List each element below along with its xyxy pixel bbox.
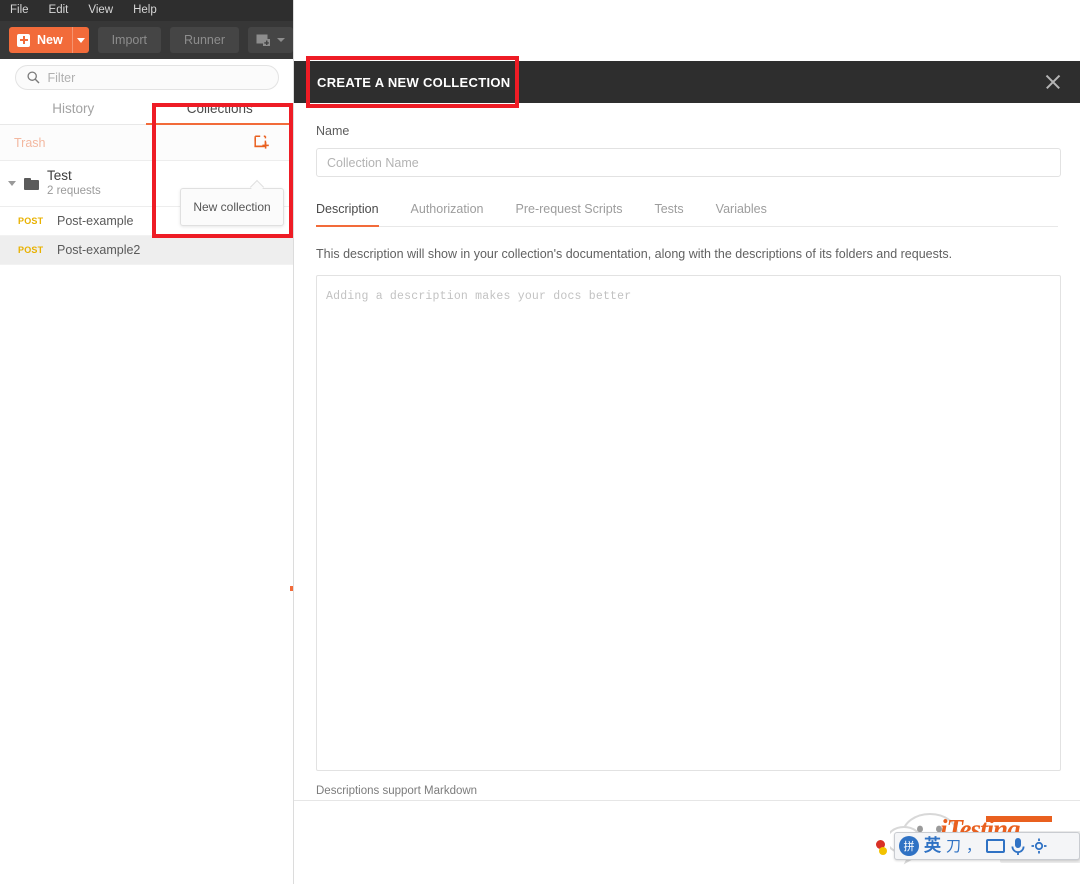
trash-row[interactable]: Trash <box>0 125 293 161</box>
new-button[interactable]: New <box>9 27 72 53</box>
collection-text-group: Test 2 requests <box>47 168 101 199</box>
request-name: Post-example <box>57 214 134 228</box>
ime-toolbar[interactable]: 拼 英 刀 ， <box>894 832 1080 860</box>
request-method-badge: POST <box>18 245 44 255</box>
sidebar-tab-collections[interactable]: Collections <box>147 92 294 125</box>
app-left-column: File Edit View Help New Import Runner Fi… <box>0 0 293 884</box>
collection-request-count: 2 requests <box>47 185 101 197</box>
folder-icon <box>24 177 39 190</box>
microphone-icon[interactable] <box>1010 837 1026 856</box>
ime-language-button[interactable]: 英 <box>924 836 941 856</box>
description-placeholder: Adding a description makes your docs bet… <box>326 290 632 303</box>
runner-button[interactable]: Runner <box>170 27 239 53</box>
modal-header: CREATE A NEW COLLECTION <box>294 61 1080 103</box>
new-dropdown-button[interactable] <box>71 27 89 53</box>
collection-name: Test <box>47 168 72 183</box>
request-name: Post-example2 <box>57 243 141 257</box>
search-input-placeholder: Filter <box>47 70 76 85</box>
close-icon[interactable] <box>1044 73 1062 91</box>
new-window-icon <box>256 34 270 46</box>
settings-icon[interactable] <box>1031 838 1047 854</box>
collection-name-input[interactable]: Collection Name <box>316 148 1061 177</box>
postman-window: File Edit View Help New Import Runner Fi… <box>0 0 1080 884</box>
menu-item-view[interactable]: View <box>86 0 115 21</box>
menu-item-help[interactable]: Help <box>131 0 159 21</box>
main-toolbar: New Import Runner <box>0 21 293 59</box>
filter-row: Filter <box>0 59 293 92</box>
tab-variables[interactable]: Variables <box>716 202 767 227</box>
sidebar-tabs: History Collections <box>0 92 293 125</box>
watermark-overlay: iTesting 拼 英 刀 ， <box>855 806 1080 884</box>
search-icon <box>26 71 39 84</box>
description-help-text: This description will show in your colle… <box>316 247 953 261</box>
trash-label: Trash <box>14 135 46 150</box>
new-button-group[interactable]: New <box>9 27 89 53</box>
new-window-button[interactable] <box>248 27 293 53</box>
logo-bar-top <box>986 816 1052 822</box>
menu-bar: File Edit View Help <box>0 0 293 21</box>
description-textarea[interactable]: Adding a description makes your docs bet… <box>316 275 1061 771</box>
ime-mode-button[interactable]: 刀 <box>946 836 961 856</box>
modal-body: Name Collection Name Description Authori… <box>294 103 1080 797</box>
menu-item-edit[interactable]: Edit <box>47 0 71 21</box>
plus-square-icon <box>17 33 30 47</box>
tab-authorization[interactable]: Authorization <box>411 202 484 227</box>
list-item[interactable]: POST Post-example2 <box>0 236 293 265</box>
create-collection-modal: CREATE A NEW COLLECTION Name Collection … <box>293 0 1080 884</box>
menu-item-file[interactable]: File <box>8 0 31 21</box>
tab-description[interactable]: Description <box>316 202 379 227</box>
search-input[interactable]: Filter <box>14 65 279 90</box>
add-collection-icon[interactable] <box>254 135 270 151</box>
modal-tabs: Description Authorization Pre-request Sc… <box>316 202 1058 227</box>
new-button-label: New <box>37 33 63 47</box>
tab-pre-request-scripts[interactable]: Pre-request Scripts <box>516 202 623 227</box>
chevron-down-icon <box>76 37 85 43</box>
name-label: Name <box>316 124 350 138</box>
sidebar-tab-history[interactable]: History <box>0 92 147 125</box>
markdown-note: Descriptions support Markdown <box>316 785 478 797</box>
ime-logo-icon[interactable]: 拼 <box>899 836 919 856</box>
modal-top-gap <box>294 0 1080 61</box>
request-method-badge: POST <box>18 216 44 226</box>
ime-punctuation-button[interactable]: ， <box>966 836 981 856</box>
triangle-down-icon[interactable] <box>8 181 16 186</box>
collection-name-placeholder: Collection Name <box>327 155 419 170</box>
import-button[interactable]: Import <box>97 27 161 53</box>
chevron-down-icon <box>277 38 285 42</box>
new-collection-tooltip: New collection <box>180 188 284 226</box>
tab-tests[interactable]: Tests <box>654 202 683 227</box>
keyboard-icon[interactable] <box>986 839 1006 853</box>
ime-dot-yellow-icon <box>879 847 887 855</box>
page-title: CREATE A NEW COLLECTION <box>317 74 511 90</box>
